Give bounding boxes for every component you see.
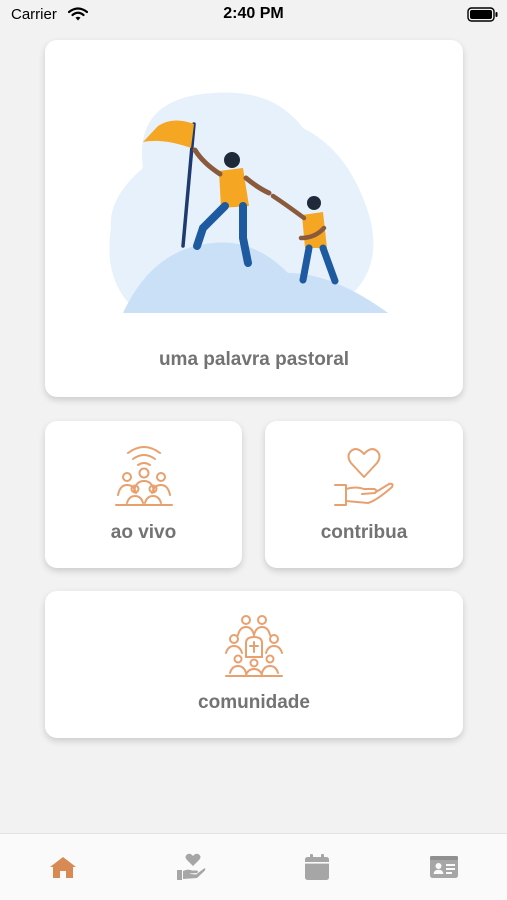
calendar-icon: [304, 853, 330, 886]
pastoral-word-card[interactable]: uma palavra pastoral: [45, 40, 463, 397]
home-icon: [49, 855, 77, 884]
status-time: 2:40 PM: [223, 5, 284, 22]
tab-profile[interactable]: [429, 854, 459, 884]
give-card[interactable]: contribua: [265, 421, 463, 568]
live-label: ao vivo: [110, 522, 177, 543]
pastoral-word-label: uma palavra pastoral: [158, 349, 350, 370]
community-card[interactable]: comunidade: [45, 591, 463, 738]
donate-icon: [176, 853, 206, 886]
live-broadcast-group-icon: [114, 443, 174, 514]
id-card-icon: [429, 855, 459, 884]
tab-bar: [0, 833, 507, 900]
tab-home[interactable]: [48, 854, 78, 884]
community-church-icon: [224, 613, 284, 684]
status-bar: Carrier 2:40 PM: [0, 0, 507, 30]
community-label: comunidade: [198, 692, 310, 713]
tab-calendar[interactable]: [302, 853, 332, 886]
live-card[interactable]: ao vivo: [45, 421, 242, 568]
climbers-helping-hand-illustration: [103, 88, 393, 323]
heart-in-hand-icon: [332, 443, 396, 514]
give-label: contribua: [320, 522, 408, 543]
battery-icon: [467, 7, 499, 28]
tab-donate[interactable]: [176, 853, 206, 886]
